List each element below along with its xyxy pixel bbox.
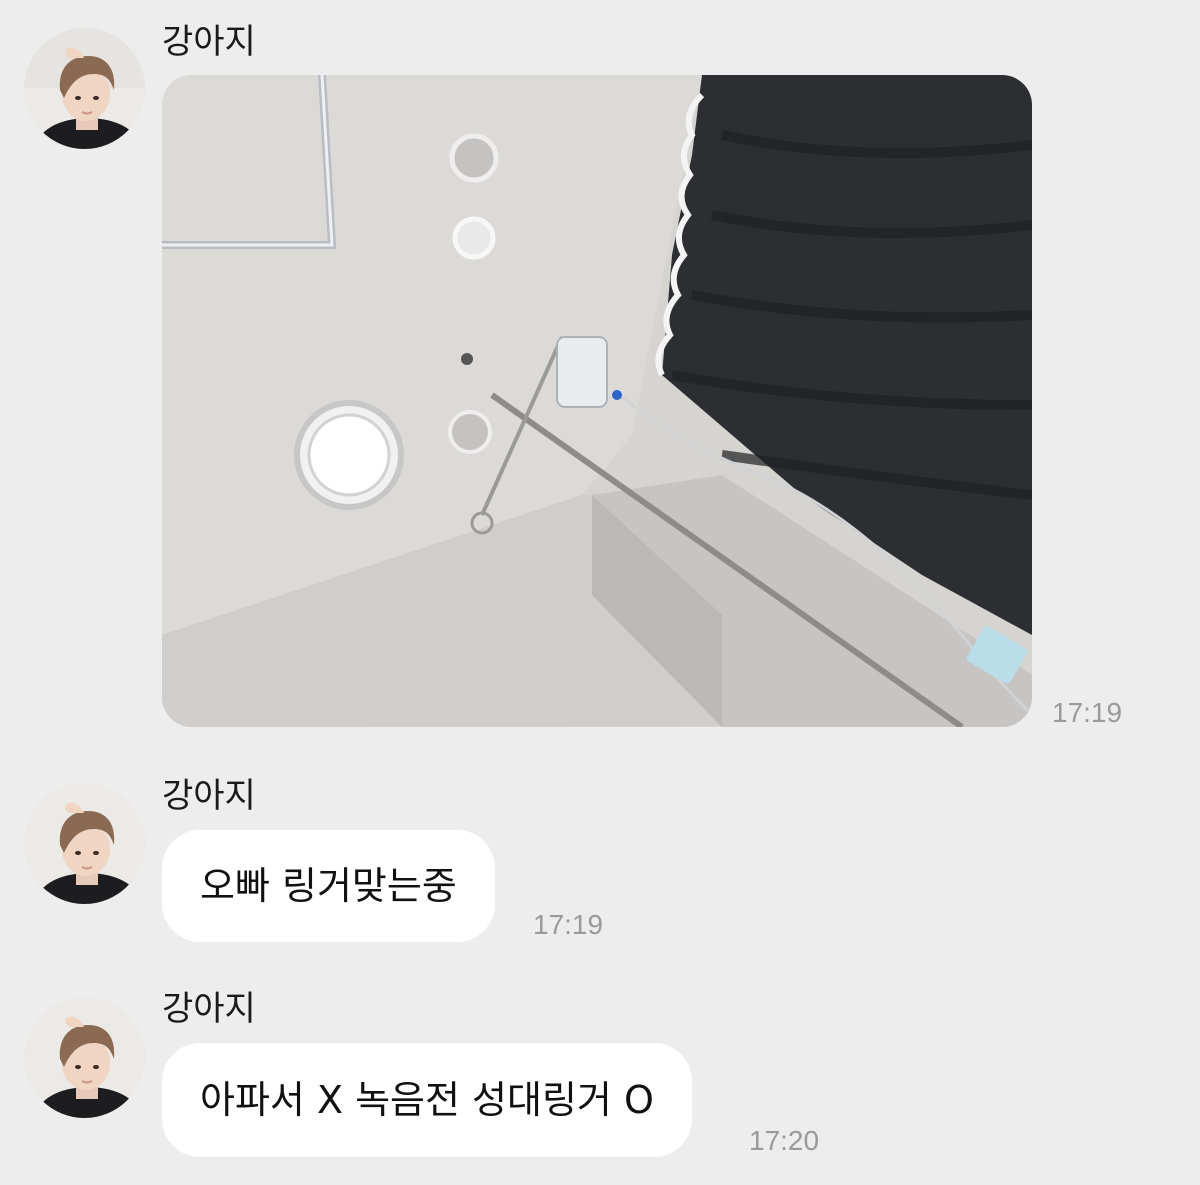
profile-photo-icon (24, 997, 145, 1118)
profile-photo-icon (24, 28, 145, 149)
timestamp: 17:20 (749, 1125, 820, 1156)
avatar[interactable] (24, 783, 145, 904)
hospital-ceiling-iv-drip-photo-icon (162, 75, 1032, 727)
message-row: 강아지 아파서 X 녹음전 성대링거 O 17:20 (0, 975, 1200, 1185)
text-message-bubble[interactable]: 오빠 링거맞는중 (162, 830, 495, 942)
message-row: 강아지 17:19 (0, 0, 1200, 740)
sender-name: 강아지 (162, 776, 256, 816)
image-message[interactable] (162, 75, 1032, 727)
sender-name: 강아지 (162, 989, 256, 1029)
text-message-bubble[interactable]: 아파서 X 녹음전 성대링거 O (162, 1043, 692, 1157)
timestamp: 17:19 (1052, 697, 1123, 728)
sender-name: 강아지 (162, 22, 256, 62)
timestamp: 17:19 (533, 909, 604, 940)
profile-photo-icon (24, 783, 145, 904)
avatar[interactable] (24, 28, 145, 149)
message-text: 아파서 X 녹음전 성대링거 O (200, 1078, 654, 1122)
message-row: 강아지 오빠 링거맞는중 17:19 (0, 760, 1200, 960)
message-text: 오빠 링거맞는중 (200, 864, 457, 908)
avatar[interactable] (24, 997, 145, 1118)
